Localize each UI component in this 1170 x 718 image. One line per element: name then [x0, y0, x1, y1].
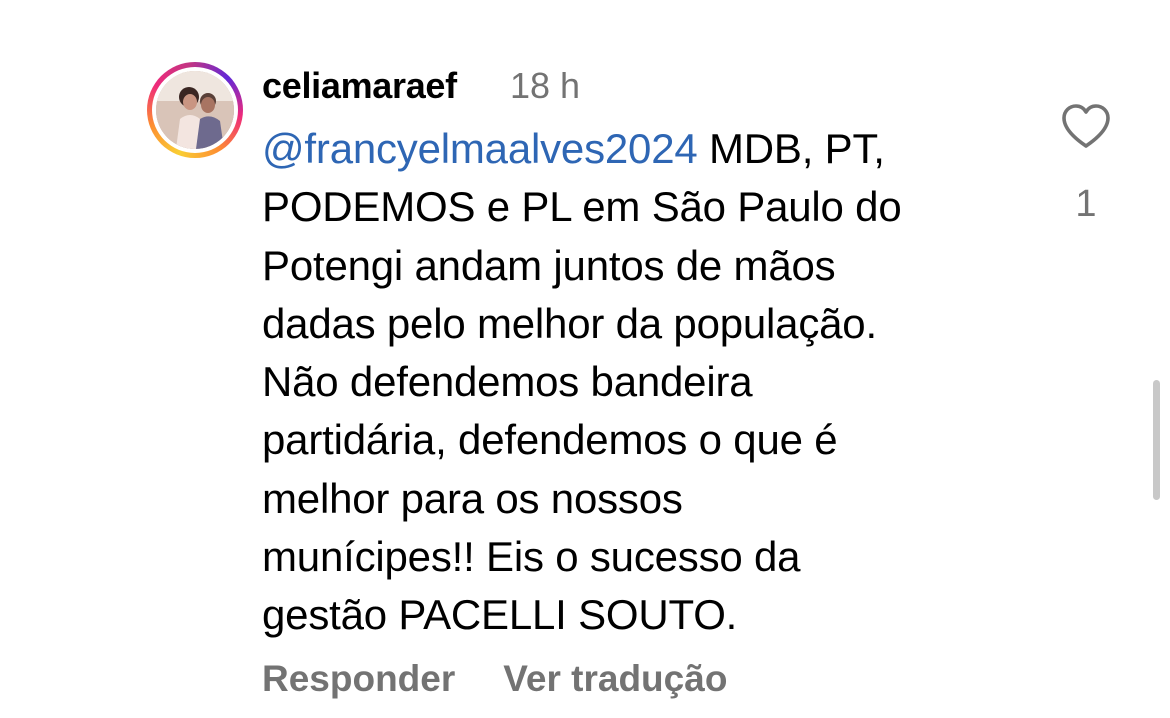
heart-outline-icon[interactable]	[1060, 102, 1112, 150]
mention-link[interactable]: @francyelmaalves2024	[262, 125, 698, 172]
comment-username[interactable]: celiamaraef	[262, 62, 457, 110]
comment-line-2: PODEMOS e PL em São Paulo do	[262, 183, 902, 231]
translate-button[interactable]: Ver tradução	[503, 655, 727, 703]
like-count[interactable]: 1	[1062, 180, 1110, 228]
comment-timestamp: 18 h	[510, 65, 581, 106]
comment-line-1: @francyelmaalves2024 MDB, PT,	[262, 120, 1022, 178]
avatar-photo	[156, 71, 234, 149]
comment-line-4: dadas pelo melhor da população.	[262, 299, 877, 347]
comment-line-7: melhor para os nossos	[262, 474, 683, 522]
comment-line-8: munícipes!! Eis o sucesso da	[262, 533, 801, 581]
comment-text: @francyelmaalves2024 MDB, PT, PODEMOS e …	[262, 120, 1022, 645]
comment-line-6: partidária, defendemos o que é	[262, 416, 838, 464]
comment-line-5: Não defendemos bandeira	[262, 358, 753, 406]
scrollbar[interactable]	[1153, 380, 1160, 500]
reply-button[interactable]: Responder	[262, 655, 455, 703]
comment-line-9: gestão PACELLI SOUTO.	[262, 591, 738, 639]
story-ring[interactable]	[147, 62, 243, 158]
comment-line-3: Potengi andam juntos de mãos	[262, 241, 836, 289]
comment-line-text: MDB, PT,	[697, 125, 885, 172]
comment-actions: Responder Ver tradução	[262, 655, 727, 703]
avatar[interactable]	[156, 71, 234, 149]
